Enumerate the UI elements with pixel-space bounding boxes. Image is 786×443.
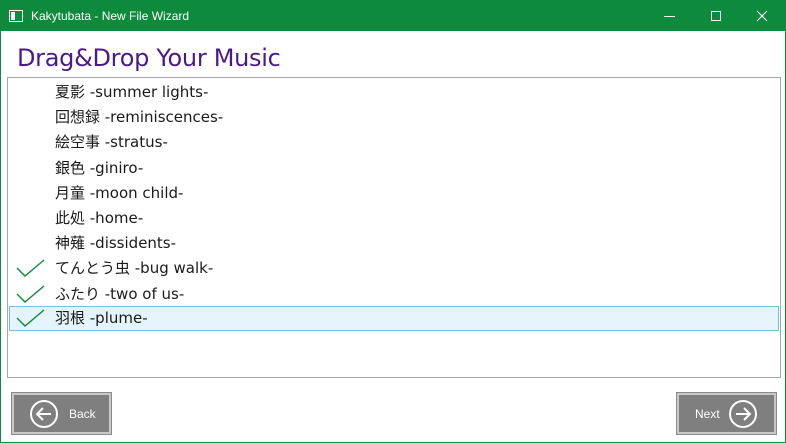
arrow-right-circle-icon bbox=[729, 400, 757, 428]
next-button[interactable]: Next bbox=[676, 392, 777, 435]
wizard-window: Kakytubata - New File Wizard Drag&Drop Y… bbox=[0, 0, 786, 443]
minimize-button[interactable] bbox=[647, 1, 693, 31]
track-row[interactable]: ふたり -two of us- bbox=[9, 282, 779, 307]
page-title: Drag&Drop Your Music bbox=[17, 44, 281, 72]
track-row[interactable]: 夏影 -summer lights- bbox=[9, 80, 779, 105]
minimize-icon bbox=[664, 16, 675, 17]
track-title: 銀色 -giniro- bbox=[55, 158, 144, 177]
track-title: 回想録 -reminiscences- bbox=[55, 108, 224, 127]
track-row[interactable]: 絵空事 -stratus- bbox=[9, 130, 779, 155]
track-row[interactable]: てんとう虫 -bug walk- bbox=[9, 256, 779, 281]
title-bar[interactable]: Kakytubata - New File Wizard bbox=[1, 1, 785, 31]
track-row[interactable]: 此処 -home- bbox=[9, 206, 779, 231]
arrow-left-circle-icon bbox=[30, 400, 58, 428]
maximize-icon bbox=[711, 11, 721, 21]
app-icon bbox=[9, 10, 23, 22]
track-title: 神薙 -dissidents- bbox=[55, 234, 177, 253]
track-title: 夏影 -summer lights- bbox=[55, 83, 209, 101]
window-title: Kakytubata - New File Wizard bbox=[31, 9, 190, 23]
track-title: 此処 -home- bbox=[55, 209, 144, 227]
maximize-button[interactable] bbox=[693, 1, 739, 31]
track-row[interactable]: 回想録 -reminiscences- bbox=[9, 105, 779, 130]
track-row[interactable]: 神薙 -dissidents- bbox=[9, 231, 779, 256]
checkmark-icon bbox=[16, 259, 45, 278]
track-list[interactable]: 夏影 -summer lights- 回想録 -reminiscences- 絵空事… bbox=[7, 77, 781, 378]
track-row[interactable]: 月童 -moon child- bbox=[9, 181, 779, 206]
track-title: 月童 -moon child- bbox=[55, 183, 184, 202]
checkmark-icon bbox=[16, 285, 45, 303]
track-title: ふたり -two of us- bbox=[55, 284, 185, 303]
checkmark-icon bbox=[16, 309, 45, 327]
track-row[interactable]: 羽根 -plume- bbox=[9, 305, 779, 331]
track-title: 羽根 -plume- bbox=[55, 308, 148, 327]
track-row[interactable]: 銀色 -giniro- bbox=[9, 156, 779, 181]
close-icon bbox=[756, 10, 768, 22]
track-title: 絵空事 -stratus- bbox=[55, 133, 168, 152]
next-button-label: Next bbox=[695, 407, 720, 421]
back-button[interactable]: Back bbox=[11, 392, 112, 435]
track-title: てんとう虫 -bug walk- bbox=[55, 259, 214, 278]
back-button-label: Back bbox=[69, 407, 96, 421]
close-button[interactable] bbox=[739, 1, 785, 31]
